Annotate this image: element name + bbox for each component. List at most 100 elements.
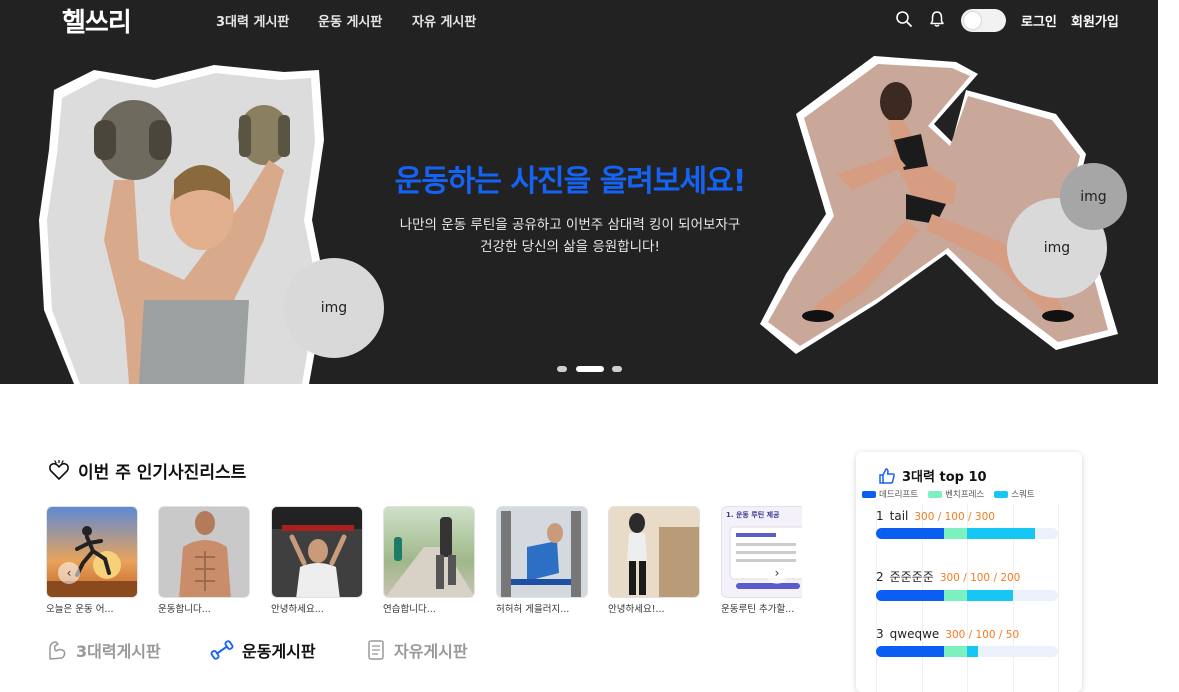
legend-label: 스쿼트 <box>1011 490 1035 500</box>
photo-caption: 오늘은 운동 어... <box>46 604 114 615</box>
hero-title: 운동하는 사진을 올려보세요! <box>394 164 747 199</box>
routine-screenshot <box>729 526 802 589</box>
photo-thumbnail[interactable] <box>608 506 700 598</box>
photo-thumbnail[interactable] <box>158 506 250 598</box>
routine-thumb-heading: 1. 운동 루틴 제공 <box>726 511 780 519</box>
login-link[interactable]: 로그인 <box>1021 11 1057 30</box>
carousel-prev-button[interactable]: ‹ <box>58 562 80 584</box>
thumbs-up-icon <box>879 467 895 484</box>
legend-swatch <box>994 490 1009 498</box>
bar-seg-deadlift <box>876 590 945 601</box>
dumbbell-icon <box>210 640 234 660</box>
hero-banner: 헬쓰리 3대력 게시판 운동 게시판 자유 게시판 로그인 회원가입 운동하는 … <box>0 0 1158 384</box>
carousel-dot-1[interactable] <box>557 366 567 372</box>
carousel-dot-3[interactable] <box>612 366 622 372</box>
carousel-dots <box>557 366 627 372</box>
popular-photo-item[interactable]: 안녕하세요!... <box>608 506 700 615</box>
rank-bar <box>876 528 1058 539</box>
rank-username: tail <box>889 509 909 523</box>
bell-icon[interactable] <box>928 10 946 28</box>
top-navigation: 헬쓰리 3대력 게시판 운동 게시판 자유 게시판 로그인 회원가입 <box>0 0 1158 40</box>
tab-label: 운동게시판 <box>242 642 316 661</box>
tab-3daeryeok-board[interactable]: 3대력게시판 <box>46 638 161 662</box>
signup-link[interactable]: 회원가입 <box>1071 11 1119 30</box>
top10-title-text: 3대력 top 10 <box>902 470 987 485</box>
gym-figure <box>272 507 362 597</box>
bar-seg-bench-press <box>944 590 967 601</box>
popular-photo-item[interactable]: 연습합니다... <box>383 506 475 615</box>
photo-thumbnail[interactable] <box>46 506 138 598</box>
top10-card: 3대력 top 10 데드리프트 벤치프레스 스쿼트 1 tail 300 / 10… <box>856 452 1082 692</box>
carousel-next-button[interactable]: › <box>766 562 788 584</box>
bar-seg-bench-press <box>944 528 967 539</box>
rank-bar <box>876 646 1058 657</box>
photo-caption: 연습합니다... <box>383 604 436 615</box>
popular-section-title: 이번 주 인기사진리스트 <box>48 458 246 483</box>
photo-caption: 운동루틴 추가할... <box>721 604 795 615</box>
top10-legend: 데드리프트 벤치프레스 스쿼트 <box>862 488 1045 500</box>
popular-photo-carousel: 오늘은 운동 어... 운동합니다... 안녕하세요... 연습합니다... 허… <box>46 506 802 626</box>
photo-thumbnail[interactable] <box>271 506 363 598</box>
tab-label: 자유게시판 <box>394 642 468 661</box>
rank-row[interactable]: 2 준준준준 300 / 100 / 200 <box>876 568 1058 601</box>
img-placeholder-right-small: img <box>1060 163 1127 230</box>
walkers-figure <box>385 517 474 597</box>
hero-subtitle-line2: 건강한 당신의 삶을 응원합니다! <box>480 239 660 255</box>
theme-toggle[interactable] <box>961 9 1006 32</box>
rank-values: 300 / 100 / 50 <box>945 629 1020 641</box>
hero-left-photo <box>39 65 326 384</box>
tab-free-board[interactable]: 자유게시판 <box>366 638 468 662</box>
popular-title-text: 이번 주 인기사진리스트 <box>78 463 247 483</box>
legend-label: 벤치프레스 <box>945 490 985 500</box>
legend-label: 데드리프트 <box>879 490 919 500</box>
legend-squat: 스쿼트 <box>994 488 1035 500</box>
bar-seg-squat <box>967 646 979 657</box>
runner-silhouette <box>47 526 137 597</box>
nav-link-3daeryeok-board[interactable]: 3대력 게시판 <box>216 11 289 30</box>
legend-swatch <box>862 490 876 498</box>
nav-link-free-board[interactable]: 자유 게시판 <box>412 11 476 30</box>
rank-number: 2 <box>876 570 884 584</box>
top10-title: 3대력 top 10 <box>878 466 987 485</box>
site-logo[interactable]: 헬쓰리 <box>62 2 132 39</box>
popular-photo-item[interactable]: 1. 운동 루틴 제공 운동루틴 추가할... <box>721 506 802 615</box>
legend-bench-press: 벤치프레스 <box>928 488 984 500</box>
popular-photo-item[interactable]: 안녕하세요... <box>271 506 363 615</box>
torso-figure <box>179 511 231 597</box>
popular-photo-item[interactable]: 허허허 게을러지... <box>496 506 588 615</box>
rank-bar <box>876 590 1058 601</box>
legend-deadlift: 데드리프트 <box>862 488 918 500</box>
nav-link-exercise-board[interactable]: 운동 게시판 <box>318 11 382 30</box>
tab-exercise-board-active[interactable]: 운동게시판 <box>210 638 316 662</box>
studio-figure <box>627 513 699 597</box>
rank-username: qweqwe <box>889 627 940 641</box>
photo-thumbnail[interactable] <box>383 506 475 598</box>
heart-icon <box>49 459 69 480</box>
bar-seg-squat <box>967 528 1036 539</box>
tab-label: 3대력게시판 <box>76 642 161 661</box>
bar-seg-deadlift <box>876 528 945 539</box>
legend-swatch <box>928 490 943 498</box>
rank-number: 1 <box>876 509 884 523</box>
toggle-knob <box>964 12 981 29</box>
search-icon[interactable] <box>895 10 913 28</box>
rank-username: 준준준준 <box>889 570 934 584</box>
photo-caption: 허허허 게을러지... <box>496 604 570 615</box>
bar-seg-deadlift <box>876 646 945 657</box>
rank-row[interactable]: 3 qweqwe 300 / 100 / 50 <box>876 627 1058 657</box>
document-icon <box>368 640 384 660</box>
photo-caption: 운동합니다... <box>158 604 211 615</box>
machine-figure <box>501 511 581 597</box>
popular-photo-item[interactable]: 오늘은 운동 어... <box>46 506 138 615</box>
popular-photo-item[interactable]: 운동합니다... <box>158 506 250 615</box>
photo-caption: 안녕하세요!... <box>608 604 665 615</box>
muscle-arm-icon <box>49 641 66 660</box>
photo-thumbnail[interactable]: 1. 운동 루틴 제공 <box>721 506 802 598</box>
photo-thumbnail[interactable] <box>496 506 588 598</box>
carousel-dot-2-active[interactable] <box>576 366 604 372</box>
rank-row[interactable]: 1 tail 300 / 100 / 300 <box>876 509 1058 539</box>
rank-values: 300 / 100 / 200 <box>939 572 1021 584</box>
bar-seg-squat <box>967 590 1013 601</box>
hero-subtitle-line1: 나만의 운동 루틴을 공유하고 이번주 삼대력 킹이 되어보자구 <box>399 217 741 233</box>
bar-seg-bench-press <box>944 646 967 657</box>
